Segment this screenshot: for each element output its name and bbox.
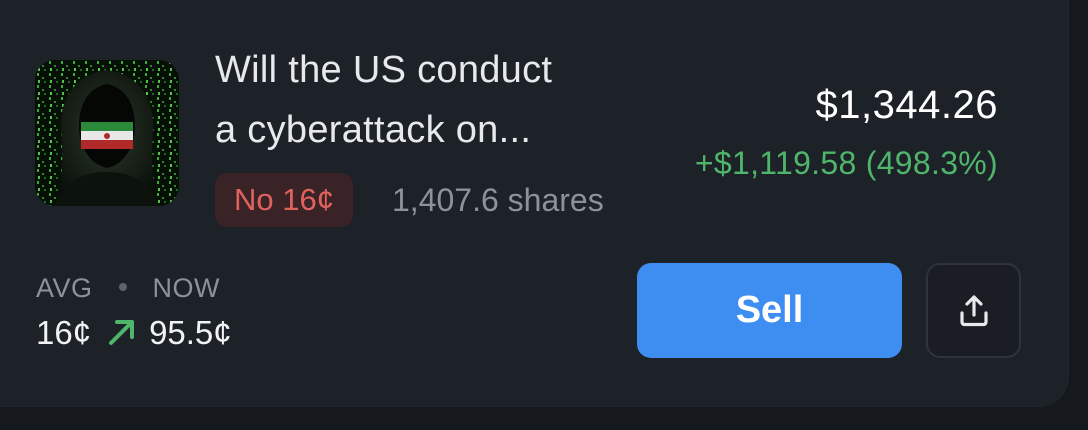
separator-dot [118,282,127,291]
hooded-hacker-image [35,60,179,206]
position-card[interactable]: Will the US conduct a cyberattack on... … [0,0,1068,406]
market-title-line2: a cyberattack on... [215,109,532,151]
now-price: 95.5¢ [149,314,232,351]
avg-price: 16¢ [36,314,92,351]
price-values: 16¢ 95.5¢ [36,310,232,356]
market-title[interactable]: Will the US conduct a cyberattack on... [215,40,645,160]
market-title-line1: Will the US conduct [215,49,553,91]
market-thumbnail[interactable] [35,60,179,206]
now-label: NOW [152,273,220,303]
sell-button[interactable]: Sell [637,263,902,358]
share-upload-icon [959,294,988,326]
shares-count: 1,407.6 shares [392,182,604,218]
share-button[interactable] [926,263,1021,358]
price-labels: AVG NOW [36,268,220,308]
arrow-up-right-icon [109,320,135,345]
position-value: $1,344.26 [815,83,998,127]
outcome-badge: No 16¢ [215,173,353,227]
avg-label: AVG [36,273,93,303]
profit-loss: +$1,119.58 (498.3%) [694,145,998,181]
